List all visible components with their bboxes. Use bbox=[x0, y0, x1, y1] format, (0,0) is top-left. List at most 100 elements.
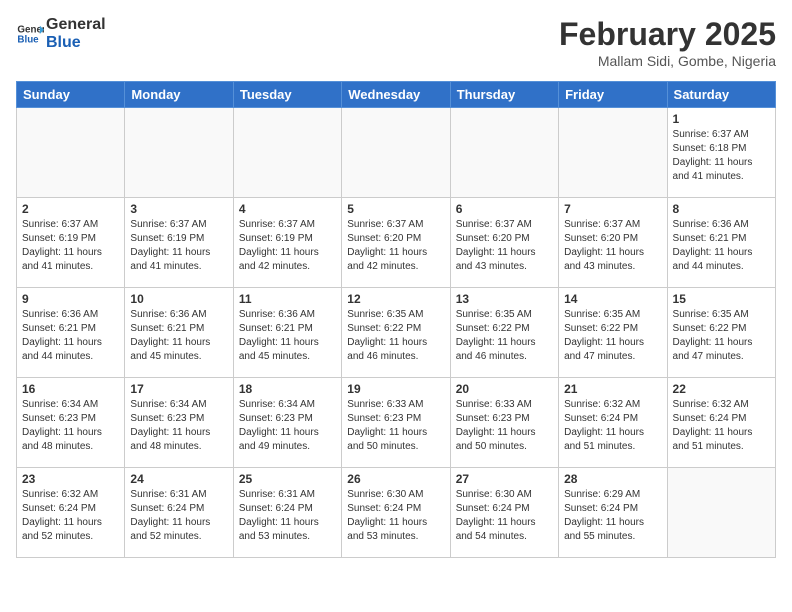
logo-general: General bbox=[46, 16, 106, 34]
calendar-cell: 21 Sunrise: 6:32 AM Sunset: 6:24 PM Dayli… bbox=[559, 378, 667, 468]
calendar-cell: 2Sunrise: 6:37 AM Sunset: 6:19 PM Daylig… bbox=[17, 198, 125, 288]
calendar-cell: 11Sunrise: 6:36 AM Sunset: 6:21 PM Dayli… bbox=[233, 288, 341, 378]
day-number: 23 bbox=[22, 472, 119, 486]
calendar-cell bbox=[559, 108, 667, 198]
month-title: February 2025 bbox=[559, 16, 776, 53]
page-header: General Blue General Blue February 2025 … bbox=[16, 16, 776, 69]
day-number: 22 bbox=[673, 382, 770, 396]
day-number: 18 bbox=[239, 382, 336, 396]
logo: General Blue General Blue bbox=[16, 16, 106, 53]
calendar-cell: 12Sunrise: 6:35 AM Sunset: 6:22 PM Dayli… bbox=[342, 288, 450, 378]
day-info: Sunrise: 6:37 AM Sunset: 6:20 PM Dayligh… bbox=[347, 218, 444, 274]
calendar-cell: 7 Sunrise: 6:37 AM Sunset: 6:20 PM Daylig… bbox=[559, 198, 667, 288]
location: Mallam Sidi, Gombe, Nigeria bbox=[559, 53, 776, 69]
day-number: 16 bbox=[22, 382, 119, 396]
week-row-3: 9 Sunrise: 6:36 AM Sunset: 6:21 PM Daylig… bbox=[17, 288, 776, 378]
weekday-header-thursday: Thursday bbox=[450, 82, 558, 108]
day-info: Sunrise: 6:32 AM Sunset: 6:24 PM Dayligh… bbox=[673, 398, 770, 454]
day-number: 7 bbox=[564, 202, 661, 216]
calendar-table: SundayMondayTuesdayWednesdayThursdayFrid… bbox=[16, 81, 776, 558]
week-row-1: 1 Sunrise: 6:37 AM Sunset: 6:18 PM Daylig… bbox=[17, 108, 776, 198]
day-info: Sunrise: 6:29 AM Sunset: 6:24 PM Dayligh… bbox=[564, 488, 661, 544]
day-number: 3 bbox=[130, 202, 227, 216]
calendar-cell: 1 Sunrise: 6:37 AM Sunset: 6:18 PM Daylig… bbox=[667, 108, 775, 198]
day-number: 1 bbox=[673, 112, 770, 126]
day-info: Sunrise: 6:37 AM Sunset: 6:18 PM Dayligh… bbox=[673, 128, 770, 184]
calendar-cell: 15 Sunrise: 6:35 AM Sunset: 6:22 PM Dayli… bbox=[667, 288, 775, 378]
calendar-cell: 18 Sunrise: 6:34 AM Sunset: 6:23 PM Dayli… bbox=[233, 378, 341, 468]
day-info: Sunrise: 6:31 AM Sunset: 6:24 PM Dayligh… bbox=[130, 488, 227, 544]
day-info: Sunrise: 6:30 AM Sunset: 6:24 PM Dayligh… bbox=[347, 488, 444, 544]
logo-blue: Blue bbox=[46, 34, 106, 52]
day-number: 17 bbox=[130, 382, 227, 396]
svg-text:Blue: Blue bbox=[17, 35, 39, 46]
calendar-cell bbox=[233, 108, 341, 198]
calendar-cell: 22 Sunrise: 6:32 AM Sunset: 6:24 PM Dayli… bbox=[667, 378, 775, 468]
day-info: Sunrise: 6:36 AM Sunset: 6:21 PM Dayligh… bbox=[22, 308, 119, 364]
title-block: February 2025 Mallam Sidi, Gombe, Nigeri… bbox=[559, 16, 776, 69]
calendar-cell: 24 Sunrise: 6:31 AM Sunset: 6:24 PM Dayli… bbox=[125, 468, 233, 558]
day-number: 19 bbox=[347, 382, 444, 396]
day-info: Sunrise: 6:35 AM Sunset: 6:22 PM Dayligh… bbox=[673, 308, 770, 364]
weekday-header-saturday: Saturday bbox=[667, 82, 775, 108]
calendar-header-row: SundayMondayTuesdayWednesdayThursdayFrid… bbox=[17, 82, 776, 108]
day-info: Sunrise: 6:34 AM Sunset: 6:23 PM Dayligh… bbox=[130, 398, 227, 454]
weekday-header-sunday: Sunday bbox=[17, 82, 125, 108]
day-number: 2 bbox=[22, 202, 119, 216]
day-number: 25 bbox=[239, 472, 336, 486]
day-info: Sunrise: 6:37 AM Sunset: 6:19 PM Dayligh… bbox=[239, 218, 336, 274]
calendar-cell bbox=[17, 108, 125, 198]
day-info: Sunrise: 6:33 AM Sunset: 6:23 PM Dayligh… bbox=[347, 398, 444, 454]
calendar-cell: 19 Sunrise: 6:33 AM Sunset: 6:23 PM Dayli… bbox=[342, 378, 450, 468]
day-info: Sunrise: 6:34 AM Sunset: 6:23 PM Dayligh… bbox=[239, 398, 336, 454]
calendar-cell bbox=[667, 468, 775, 558]
week-row-4: 16 Sunrise: 6:34 AM Sunset: 6:23 PM Dayli… bbox=[17, 378, 776, 468]
calendar-cell: 14 Sunrise: 6:35 AM Sunset: 6:22 PM Dayli… bbox=[559, 288, 667, 378]
day-number: 21 bbox=[564, 382, 661, 396]
calendar-cell: 9 Sunrise: 6:36 AM Sunset: 6:21 PM Daylig… bbox=[17, 288, 125, 378]
day-number: 4 bbox=[239, 202, 336, 216]
calendar-cell: 6Sunrise: 6:37 AM Sunset: 6:20 PM Daylig… bbox=[450, 198, 558, 288]
calendar-cell: 27Sunrise: 6:30 AM Sunset: 6:24 PM Dayli… bbox=[450, 468, 558, 558]
day-info: Sunrise: 6:34 AM Sunset: 6:23 PM Dayligh… bbox=[22, 398, 119, 454]
weekday-header-monday: Monday bbox=[125, 82, 233, 108]
day-number: 24 bbox=[130, 472, 227, 486]
weekday-header-tuesday: Tuesday bbox=[233, 82, 341, 108]
calendar-cell: 8 Sunrise: 6:36 AM Sunset: 6:21 PM Daylig… bbox=[667, 198, 775, 288]
day-info: Sunrise: 6:35 AM Sunset: 6:22 PM Dayligh… bbox=[456, 308, 553, 364]
calendar-cell: 28 Sunrise: 6:29 AM Sunset: 6:24 PM Dayli… bbox=[559, 468, 667, 558]
logo-icon: General Blue bbox=[16, 20, 44, 48]
calendar-cell bbox=[125, 108, 233, 198]
day-info: Sunrise: 6:35 AM Sunset: 6:22 PM Dayligh… bbox=[564, 308, 661, 364]
day-info: Sunrise: 6:33 AM Sunset: 6:23 PM Dayligh… bbox=[456, 398, 553, 454]
calendar-cell: 3 Sunrise: 6:37 AM Sunset: 6:19 PM Daylig… bbox=[125, 198, 233, 288]
calendar-cell: 5 Sunrise: 6:37 AM Sunset: 6:20 PM Daylig… bbox=[342, 198, 450, 288]
calendar-cell: 23 Sunrise: 6:32 AM Sunset: 6:24 PM Dayli… bbox=[17, 468, 125, 558]
day-number: 5 bbox=[347, 202, 444, 216]
day-number: 9 bbox=[22, 292, 119, 306]
calendar-cell: 17 Sunrise: 6:34 AM Sunset: 6:23 PM Dayli… bbox=[125, 378, 233, 468]
calendar-cell bbox=[450, 108, 558, 198]
day-info: Sunrise: 6:36 AM Sunset: 6:21 PM Dayligh… bbox=[673, 218, 770, 274]
day-number: 28 bbox=[564, 472, 661, 486]
calendar-cell: 4 Sunrise: 6:37 AM Sunset: 6:19 PM Daylig… bbox=[233, 198, 341, 288]
calendar-cell: 13Sunrise: 6:35 AM Sunset: 6:22 PM Dayli… bbox=[450, 288, 558, 378]
day-info: Sunrise: 6:31 AM Sunset: 6:24 PM Dayligh… bbox=[239, 488, 336, 544]
day-info: Sunrise: 6:35 AM Sunset: 6:22 PM Dayligh… bbox=[347, 308, 444, 364]
day-number: 20 bbox=[456, 382, 553, 396]
day-info: Sunrise: 6:32 AM Sunset: 6:24 PM Dayligh… bbox=[22, 488, 119, 544]
calendar-cell: 16 Sunrise: 6:34 AM Sunset: 6:23 PM Dayli… bbox=[17, 378, 125, 468]
calendar-cell: 20 Sunrise: 6:33 AM Sunset: 6:23 PM Dayli… bbox=[450, 378, 558, 468]
day-number: 14 bbox=[564, 292, 661, 306]
week-row-5: 23 Sunrise: 6:32 AM Sunset: 6:24 PM Dayli… bbox=[17, 468, 776, 558]
day-info: Sunrise: 6:37 AM Sunset: 6:19 PM Dayligh… bbox=[130, 218, 227, 274]
weekday-header-friday: Friday bbox=[559, 82, 667, 108]
day-number: 8 bbox=[673, 202, 770, 216]
day-number: 15 bbox=[673, 292, 770, 306]
day-info: Sunrise: 6:36 AM Sunset: 6:21 PM Dayligh… bbox=[130, 308, 227, 364]
day-number: 10 bbox=[130, 292, 227, 306]
calendar-cell: 25 Sunrise: 6:31 AM Sunset: 6:24 PM Dayli… bbox=[233, 468, 341, 558]
weekday-header-wednesday: Wednesday bbox=[342, 82, 450, 108]
day-info: Sunrise: 6:32 AM Sunset: 6:24 PM Dayligh… bbox=[564, 398, 661, 454]
day-info: Sunrise: 6:37 AM Sunset: 6:20 PM Dayligh… bbox=[564, 218, 661, 274]
